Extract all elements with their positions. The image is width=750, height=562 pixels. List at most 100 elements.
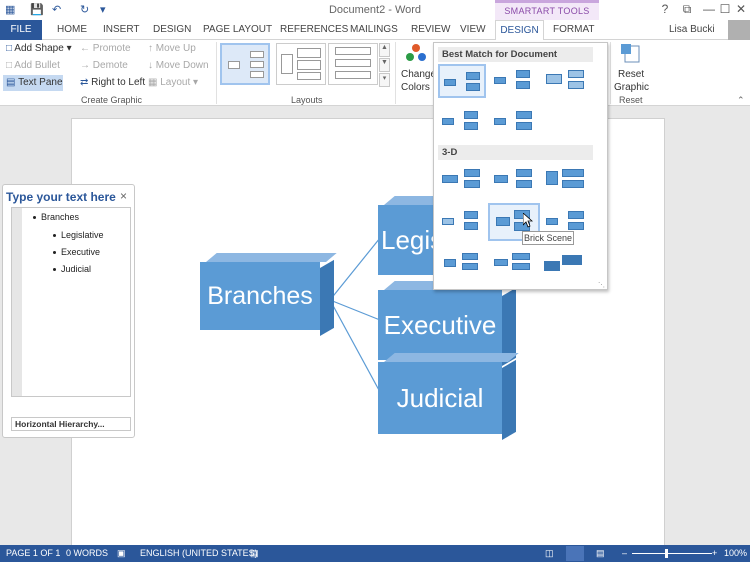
move-down-button[interactable]: ↓ Move Down bbox=[148, 60, 209, 71]
gallery-layout-option[interactable] bbox=[438, 247, 486, 281]
gallery-more-button[interactable]: ▾ bbox=[379, 73, 390, 87]
layout-label: Layout bbox=[160, 77, 191, 88]
group-separator bbox=[610, 42, 611, 104]
text-pane-item[interactable]: Judicial bbox=[61, 264, 91, 274]
group-separator bbox=[216, 42, 217, 104]
language-indicator[interactable]: ENGLISH (UNITED STATES) bbox=[140, 548, 258, 558]
layout-mini-shape bbox=[281, 54, 293, 74]
text-pane-scrollbar[interactable] bbox=[12, 208, 22, 396]
zoom-slider-thumb[interactable] bbox=[665, 549, 668, 558]
proofing-icon[interactable]: ▣ bbox=[117, 548, 126, 559]
help-button[interactable]: ? bbox=[654, 2, 676, 16]
close-button[interactable]: ✕ bbox=[730, 2, 750, 16]
smartart-tools-band: SMARTART TOOLS bbox=[495, 0, 599, 20]
print-layout-icon[interactable] bbox=[566, 546, 584, 561]
tab-references[interactable]: REFERENCES bbox=[280, 24, 348, 35]
arrow-up-icon: ↑ bbox=[148, 43, 153, 54]
page-count[interactable]: PAGE 1 OF 1 bbox=[6, 548, 60, 558]
close-icon[interactable]: × bbox=[120, 189, 127, 203]
gallery-layout-option[interactable] bbox=[542, 163, 590, 197]
demote-button[interactable]: → Demote bbox=[80, 60, 128, 71]
text-pane-item[interactable]: Executive bbox=[61, 247, 100, 257]
tab-smartart-format[interactable]: FORMAT bbox=[553, 24, 594, 35]
resize-grip-icon[interactable]: ⋱ bbox=[598, 281, 605, 289]
gallery-layout-option[interactable] bbox=[490, 105, 538, 139]
word-count[interactable]: 0 WORDS bbox=[66, 548, 108, 558]
gallery-scroll-up-button[interactable]: ▲ bbox=[379, 43, 390, 57]
gallery-layout-option[interactable] bbox=[438, 105, 486, 139]
layout-mini-shape bbox=[335, 59, 371, 67]
gallery-mini-shape bbox=[546, 171, 558, 185]
smartart-child-shape-judicial[interactable]: Judicial bbox=[378, 353, 519, 440]
add-shape-icon: □ bbox=[6, 43, 13, 54]
tab-design[interactable]: DESIGN bbox=[153, 24, 191, 35]
gallery-layout-option[interactable] bbox=[490, 247, 538, 281]
tab-review[interactable]: REVIEW bbox=[411, 24, 450, 35]
gallery-mini-shape bbox=[466, 72, 480, 80]
gallery-layout-option[interactable] bbox=[542, 64, 590, 98]
gallery-layout-option[interactable] bbox=[438, 64, 486, 98]
text-pane-item[interactable]: Legislative bbox=[61, 230, 104, 240]
change-colors-label-1: Change bbox=[401, 69, 437, 80]
gallery-mini-shape bbox=[496, 217, 510, 226]
root-shape-label: Branches bbox=[207, 282, 313, 310]
zoom-out-button[interactable]: – bbox=[622, 548, 627, 558]
user-name[interactable]: Lisa Bucki bbox=[669, 24, 715, 35]
tab-home[interactable]: HOME bbox=[57, 24, 87, 35]
tab-file[interactable]: FILE bbox=[0, 20, 42, 40]
gallery-layout-option[interactable] bbox=[438, 163, 486, 197]
gallery-mini-shape bbox=[494, 77, 506, 84]
reset-graphic-button[interactable]: Reset Graphic bbox=[614, 42, 649, 93]
layout-thumbnail[interactable] bbox=[328, 43, 378, 85]
ribbon: □ Add Shape ▾ □ Add Bullet ▤ Text Pane ←… bbox=[0, 40, 750, 106]
promote-button[interactable]: ← Promote bbox=[80, 43, 131, 54]
smartart-root-shape[interactable]: Branches bbox=[200, 253, 337, 336]
zoom-in-button[interactable]: + bbox=[712, 548, 717, 558]
zoom-level[interactable]: 100% bbox=[724, 548, 747, 558]
collapse-ribbon-icon[interactable]: ⌃ bbox=[737, 95, 745, 106]
layout-description-link[interactable]: Horizontal Hierarchy... bbox=[11, 417, 131, 431]
text-pane-list[interactable]: Branches Legislative Executive Judicial bbox=[11, 207, 131, 397]
gallery-mini-shape bbox=[516, 122, 532, 130]
gallery-mini-shape bbox=[462, 253, 478, 260]
gallery-layout-option[interactable] bbox=[490, 163, 538, 197]
gallery-mini-shape bbox=[464, 222, 478, 230]
layout-thumbnail[interactable] bbox=[276, 43, 326, 85]
move-up-button[interactable]: ↑ Move Up bbox=[148, 43, 196, 54]
gallery-layout-option[interactable] bbox=[438, 205, 486, 239]
tab-mailings[interactable]: MAILINGS bbox=[350, 24, 398, 35]
text-pane-button-content[interactable]: ▤ Text Pane bbox=[6, 77, 63, 88]
gallery-scroll-down-button[interactable]: ▼ bbox=[379, 58, 390, 72]
add-bullet-label: Add Bullet bbox=[14, 60, 60, 71]
tab-smartart-design[interactable]: DESIGN bbox=[495, 20, 544, 41]
gallery-layout-option[interactable] bbox=[490, 64, 538, 98]
tab-page-layout[interactable]: PAGE LAYOUT bbox=[203, 24, 272, 35]
add-bullet-button[interactable]: □ Add Bullet bbox=[6, 60, 60, 71]
tab-insert[interactable]: INSERT bbox=[103, 24, 140, 35]
chevron-down-icon: ▾ bbox=[193, 77, 199, 88]
tab-view[interactable]: VIEW bbox=[460, 24, 486, 35]
avatar[interactable] bbox=[728, 20, 750, 40]
web-layout-icon[interactable]: ▤ bbox=[596, 548, 605, 559]
read-mode-icon[interactable]: ◫ bbox=[545, 548, 554, 559]
status-bar: PAGE 1 OF 1 0 WORDS ▣ ENGLISH (UNITED ST… bbox=[0, 545, 750, 562]
macro-icon[interactable]: ▤ bbox=[250, 548, 259, 559]
gallery-mini-shape bbox=[512, 263, 530, 270]
reset-graphic-label-1: Reset bbox=[618, 69, 645, 80]
gallery-layout-option[interactable] bbox=[542, 247, 590, 281]
zoom-slider[interactable] bbox=[632, 553, 712, 554]
smartart-child-shape-executive[interactable]: Executive bbox=[378, 281, 519, 366]
right-to-left-button[interactable]: ⇄ Right to Left bbox=[80, 77, 145, 88]
change-colors-button[interactable]: Change Colors bbox=[401, 42, 436, 93]
gallery-mini-shape bbox=[516, 169, 532, 177]
bullet-icon bbox=[53, 251, 56, 254]
layout-button[interactable]: ▦ Layout ▾ bbox=[148, 77, 198, 88]
child-shape-label-executive: Executive bbox=[383, 310, 497, 340]
text-pane-item[interactable]: Branches bbox=[41, 212, 79, 222]
add-shape-button[interactable]: □ Add Shape ▾ bbox=[6, 43, 72, 54]
gallery-mini-shape bbox=[568, 70, 584, 78]
bullet-icon bbox=[53, 234, 56, 237]
ribbon-display-button[interactable]: ⧉ bbox=[676, 2, 698, 17]
layout-thumbnail[interactable] bbox=[220, 43, 270, 85]
gallery-mini-shape bbox=[444, 259, 456, 267]
